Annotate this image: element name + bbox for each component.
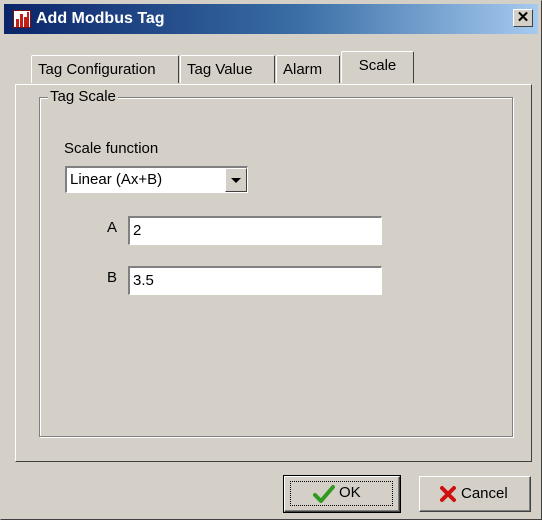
cancel-button[interactable]: Cancel xyxy=(419,476,531,512)
x-icon xyxy=(440,486,456,502)
tab-label: Tag Value xyxy=(187,61,253,78)
chevron-down-icon xyxy=(231,178,241,183)
a-label: A xyxy=(107,219,118,236)
dialog-window: Add Modbus Tag ✕ Tag Configuration Tag V… xyxy=(0,0,542,520)
a-input-value: 2 xyxy=(133,222,142,239)
group-title: Tag Scale xyxy=(48,88,118,106)
dropdown-button[interactable] xyxy=(225,168,247,192)
ok-label: OK xyxy=(339,484,361,501)
close-button[interactable]: ✕ xyxy=(513,9,533,27)
window-title: Add Modbus Tag xyxy=(36,10,165,27)
tab-label: Alarm xyxy=(283,61,323,78)
tab-alarm[interactable]: Alarm xyxy=(276,55,340,83)
scale-function-select[interactable]: Linear (Ax+B) xyxy=(65,166,248,193)
tab-scale[interactable]: Scale xyxy=(341,51,414,83)
tab-tag-value[interactable]: Tag Value xyxy=(180,55,275,83)
scale-tab-panel: Tag Scale Scale function Linear (Ax+B) A… xyxy=(15,84,532,462)
tab-tag-configuration[interactable]: Tag Configuration xyxy=(31,55,179,83)
a-input[interactable]: 2 xyxy=(128,216,382,245)
scale-function-value: Linear (Ax+B) xyxy=(70,171,163,188)
tab-label: Tag Configuration xyxy=(38,61,156,78)
scale-function-label: Scale function xyxy=(64,140,159,157)
b-input[interactable]: 3.5 xyxy=(128,266,382,295)
chart-app-icon xyxy=(13,10,31,28)
b-input-value: 3.5 xyxy=(133,272,154,289)
tab-label: Scale xyxy=(358,57,397,74)
tag-scale-group: Tag Scale Scale function Linear (Ax+B) A… xyxy=(39,88,513,437)
ok-button[interactable]: OK xyxy=(283,475,401,513)
b-label: B xyxy=(107,269,118,286)
close-icon: ✕ xyxy=(516,9,530,26)
cancel-label: Cancel xyxy=(461,485,508,502)
title-bar[interactable]: Add Modbus Tag ✕ xyxy=(4,4,538,34)
check-icon xyxy=(313,485,335,503)
